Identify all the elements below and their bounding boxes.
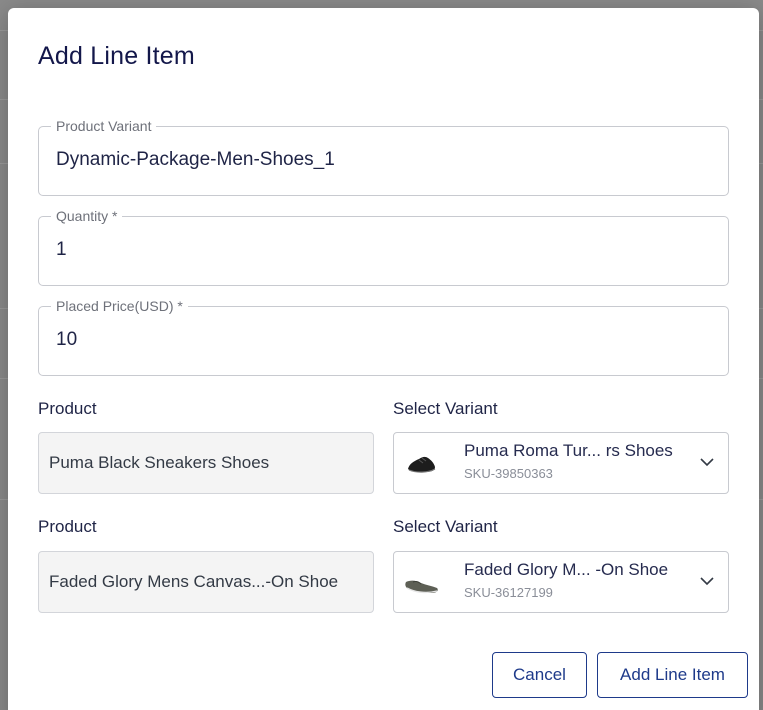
placed-price-value[interactable]: 10 [56, 329, 77, 351]
product-name: Puma Black Sneakers Shoes [49, 453, 270, 472]
variant-name: Puma Roma Tur... rs Shoes [464, 441, 673, 460]
dialog-title: Add Line Item [38, 42, 195, 70]
product-label: Product [38, 517, 97, 536]
chevron-down-icon[interactable] [700, 576, 714, 586]
add-line-item-dialog: Add Line Item Product Variant Dynamic-Pa… [8, 8, 759, 710]
quantity-label: Quantity * [51, 207, 123, 225]
product-readonly-field: Faded Glory Mens Canvas...-On Shoe [38, 551, 374, 613]
canvas-slip-on-icon [405, 580, 438, 594]
variant-sku: SKU-36127199 [464, 585, 553, 600]
select-variant-label: Select Variant [393, 517, 498, 536]
product-label: Product [38, 399, 97, 418]
cancel-button[interactable]: Cancel [492, 652, 587, 698]
variant-name: Faded Glory M... -On Shoe [464, 560, 669, 579]
select-variant-label: Select Variant [393, 399, 498, 418]
variant-select[interactable]: Puma Roma Tur... rs Shoes SKU-39850363 [393, 432, 729, 494]
placed-price-label: Placed Price(USD) * [51, 297, 188, 315]
quantity-field[interactable]: Quantity * 1 [38, 207, 729, 286]
product-variant-field[interactable]: Product Variant Dynamic-Package-Men-Shoe… [38, 117, 729, 196]
product-name: Faded Glory Mens Canvas...-On Shoe [49, 572, 339, 591]
placed-price-field[interactable]: Placed Price(USD) * 10 [38, 297, 729, 376]
variant-sku: SKU-39850363 [464, 466, 553, 481]
product-variant-value[interactable]: Dynamic-Package-Men-Shoes_1 [56, 149, 335, 171]
black-sneaker-icon [408, 456, 436, 473]
product-variant-label: Product Variant [51, 117, 157, 135]
quantity-value[interactable]: 1 [56, 239, 67, 261]
chevron-down-icon[interactable] [700, 457, 714, 467]
product-readonly-field: Puma Black Sneakers Shoes [38, 432, 374, 494]
variant-select[interactable]: Faded Glory M... -On Shoe SKU-36127199 [393, 551, 729, 613]
add-line-item-button[interactable]: Add Line Item [597, 652, 748, 698]
